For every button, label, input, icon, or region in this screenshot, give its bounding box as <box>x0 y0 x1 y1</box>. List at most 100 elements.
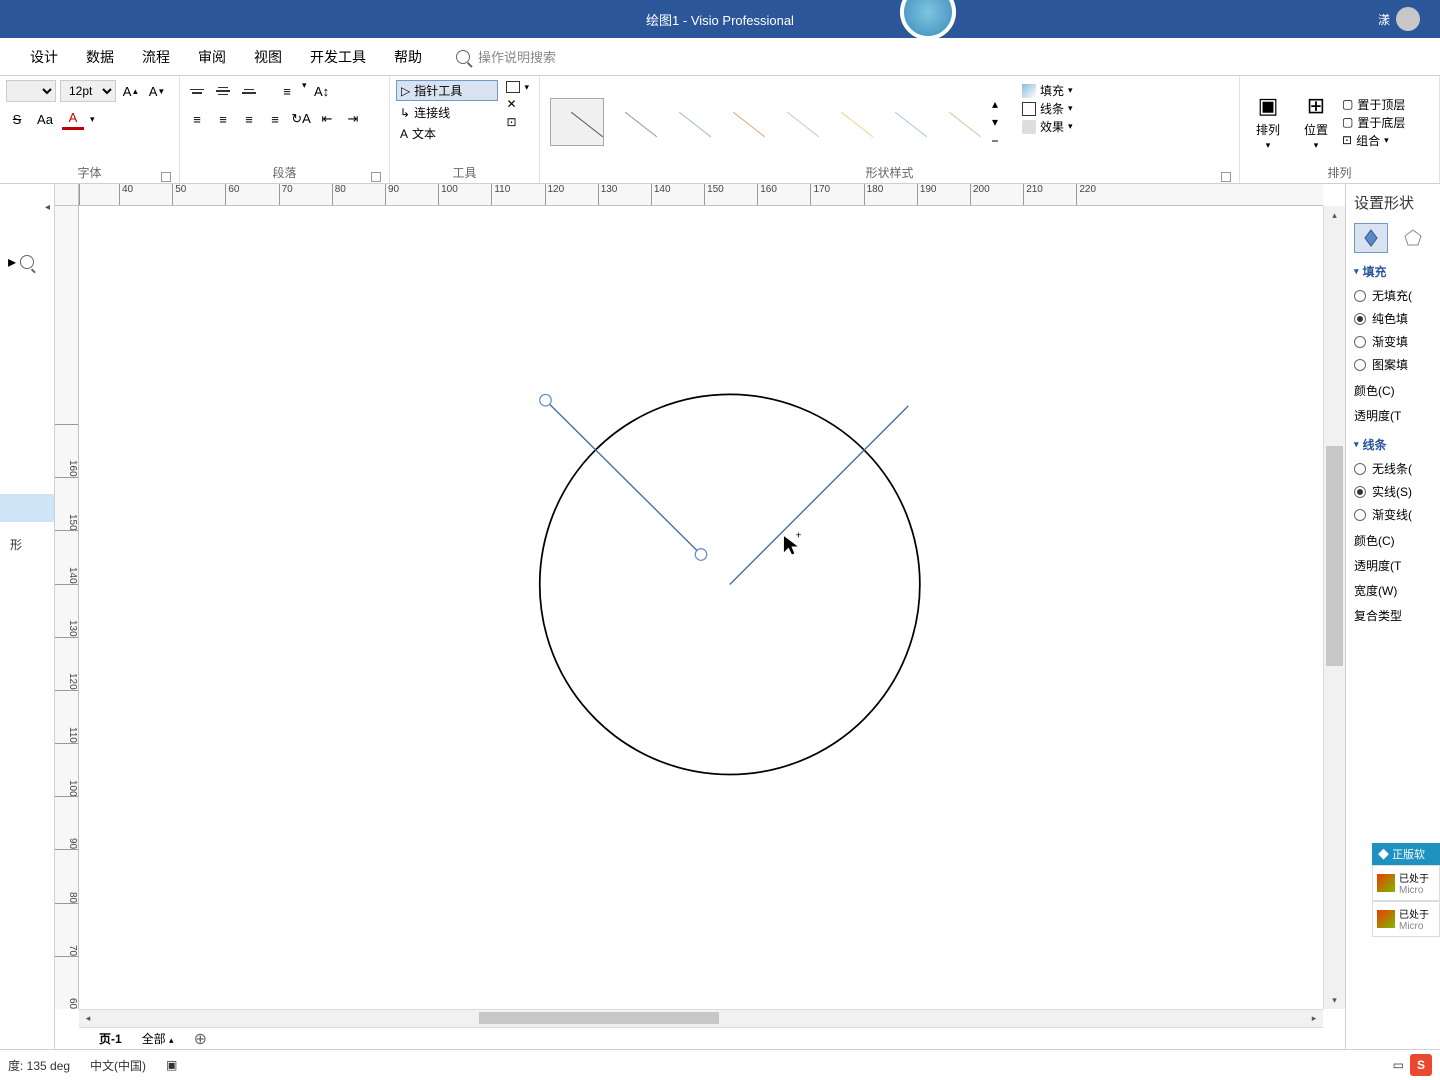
line-color-label[interactable]: 颜色(C) <box>1354 526 1440 551</box>
fill-section-header[interactable]: ▾填充 <box>1354 263 1440 280</box>
align-left-icon[interactable]: ≡ <box>186 108 208 130</box>
fill-button[interactable]: 填充▾ <box>1022 82 1073 99</box>
style-thumb-6[interactable] <box>820 98 874 146</box>
gallery-up-icon[interactable]: ▴ <box>986 95 1004 113</box>
decrease-indent-icon[interactable]: ⇤ <box>316 108 338 130</box>
tab-design[interactable]: 设计 <box>16 38 72 75</box>
gallery-down-icon[interactable]: ▾ <box>986 113 1004 131</box>
line-none-radio[interactable]: 无线条( <box>1354 457 1440 480</box>
avatar-icon[interactable] <box>1396 7 1420 31</box>
line-section-header[interactable]: ▾线条 <box>1354 436 1440 453</box>
line-solid-radio[interactable]: 实线(S) <box>1354 480 1440 503</box>
effects-button[interactable]: 效果▾ <box>1022 118 1073 135</box>
shapes-search[interactable]: ▸ <box>8 252 34 272</box>
align-top-icon[interactable] <box>186 80 208 102</box>
case-icon[interactable]: Aa <box>34 108 56 130</box>
shapes-category-active[interactable] <box>0 494 54 522</box>
send-to-back-button[interactable]: ▢置于底层 <box>1342 114 1405 131</box>
style-thumb-8[interactable] <box>928 98 982 146</box>
tab-process[interactable]: 流程 <box>128 38 184 75</box>
search-icon <box>456 50 470 64</box>
drawing-canvas[interactable]: + <box>79 206 1323 1009</box>
delete-tool-button[interactable]: ✕ <box>502 96 533 112</box>
font-family-select[interactable] <box>6 80 56 102</box>
status-language[interactable]: 中文(中国) <box>90 1057 146 1074</box>
arrange-button[interactable]: ▣ 排列▾ <box>1246 93 1290 151</box>
line-width-label[interactable]: 宽度(W) <box>1354 576 1440 601</box>
connector-tool-button[interactable]: ↳连接线 <box>396 103 498 122</box>
line-transparency-label[interactable]: 透明度(T <box>1354 551 1440 576</box>
chevron-down-icon[interactable]: ▾ <box>90 114 95 125</box>
strikethrough-icon[interactable]: S <box>6 108 28 130</box>
increase-indent-icon[interactable]: ⇥ <box>342 108 364 130</box>
fill-transparency-label[interactable]: 透明度(T <box>1354 401 1440 426</box>
scroll-down-icon[interactable]: ▾ <box>1324 991 1345 1009</box>
tab-review[interactable]: 审阅 <box>184 38 240 75</box>
tab-data[interactable]: 数据 <box>72 38 128 75</box>
scroll-up-icon[interactable]: ▴ <box>1324 206 1345 224</box>
fill-none-radio[interactable]: 无填充( <box>1354 284 1440 307</box>
align-center-icon[interactable]: ≡ <box>212 108 234 130</box>
scroll-thumb[interactable] <box>1326 446 1343 666</box>
rectangle-tool-button[interactable]: ▾ <box>502 80 533 94</box>
style-thumb-7[interactable] <box>874 98 928 146</box>
align-bottom-icon[interactable] <box>238 80 260 102</box>
font-launcher-icon[interactable] <box>161 172 171 182</box>
increase-font-icon[interactable]: A▲ <box>120 80 142 102</box>
ruler-vertical[interactable]: 60708090100110120130140150160 <box>55 206 79 1009</box>
connection-point-button[interactable]: ⊡ <box>502 114 533 130</box>
sogou-ime-icon[interactable]: S <box>1410 1054 1432 1076</box>
bring-to-front-button[interactable]: ▢置于顶层 <box>1342 96 1405 113</box>
gallery-more-icon[interactable]: ⎯ <box>986 131 1004 149</box>
tab-view[interactable]: 视图 <box>240 38 296 75</box>
rotate-text-icon[interactable]: ↻A <box>290 108 312 130</box>
shape-style-gallery[interactable]: ▴ ▾ ⎯ <box>546 80 1008 164</box>
scroll-thumb[interactable] <box>479 1012 719 1024</box>
style-thumb-1[interactable] <box>550 98 604 146</box>
fill-line-tab[interactable] <box>1354 223 1388 253</box>
align-justify-icon[interactable]: ≡ <box>264 108 286 130</box>
style-thumb-5[interactable] <box>766 98 820 146</box>
tell-me-search[interactable]: 操作说明搜索 <box>456 47 556 66</box>
line-compound-label[interactable]: 复合类型 <box>1354 601 1440 626</box>
scroll-left-icon[interactable]: ◂ <box>79 1010 97 1027</box>
align-middle-icon[interactable] <box>212 80 234 102</box>
page-tab-1[interactable]: 页-1 <box>99 1030 122 1047</box>
add-page-button[interactable]: ⊕ <box>194 1029 207 1049</box>
line-gradient-radio[interactable]: 渐变线( <box>1354 503 1440 526</box>
group-button[interactable]: ⊡组合▾ <box>1342 132 1405 149</box>
style-thumb-4[interactable] <box>712 98 766 146</box>
align-right-icon[interactable]: ≡ <box>238 108 260 130</box>
text-tool-button[interactable]: A文本 <box>396 124 498 143</box>
paragraph-launcher-icon[interactable] <box>371 172 381 182</box>
effects-tab[interactable] <box>1396 223 1430 253</box>
fill-color-label[interactable]: 颜色(C) <box>1354 376 1440 401</box>
pointer-tool-button[interactable]: ▷指针工具 <box>396 80 498 101</box>
vertical-scrollbar[interactable]: ▴ ▾ <box>1323 206 1345 1009</box>
tab-help[interactable]: 帮助 <box>380 38 436 75</box>
fill-gradient-radio[interactable]: 渐变填 <box>1354 330 1440 353</box>
style-thumb-2[interactable] <box>604 98 658 146</box>
bullets-icon[interactable]: ≡ <box>276 80 298 102</box>
fill-solid-radio[interactable]: 纯色填 <box>1354 307 1440 330</box>
ruler-horizontal[interactable]: 4050607080901001101201301401501601701801… <box>79 184 1323 206</box>
text-direction-icon[interactable]: A↕ <box>311 80 333 102</box>
decrease-font-icon[interactable]: A▼ <box>146 80 168 102</box>
presentation-mode-icon[interactable]: ▭ <box>1393 1058 1404 1072</box>
style-thumb-3[interactable] <box>658 98 712 146</box>
horizontal-scrollbar[interactable]: ◂ ▸ <box>79 1009 1323 1027</box>
page-tab-all[interactable]: 全部 ▴ <box>142 1030 174 1047</box>
user-area[interactable]: 漾 <box>1378 7 1420 31</box>
scroll-right-icon[interactable]: ▸ <box>1305 1010 1323 1027</box>
line-button[interactable]: 线条▾ <box>1022 100 1073 117</box>
macro-recorder-icon[interactable]: ▣ <box>166 1058 177 1072</box>
font-color-icon[interactable]: A <box>62 108 84 130</box>
license-banner[interactable]: ◆ 正版软 已处于Micro 已处于Micro <box>1372 843 1440 937</box>
fill-pattern-radio[interactable]: 图案填 <box>1354 353 1440 376</box>
collapse-icon[interactable]: ◂ <box>45 202 50 213</box>
chevron-down-icon[interactable]: ▾ <box>302 80 307 102</box>
styles-launcher-icon[interactable] <box>1221 172 1231 182</box>
position-button[interactable]: ⊞ 位置▾ <box>1294 93 1338 151</box>
tab-developer[interactable]: 开发工具 <box>296 38 380 75</box>
font-size-select[interactable]: 12pt <box>60 80 116 102</box>
